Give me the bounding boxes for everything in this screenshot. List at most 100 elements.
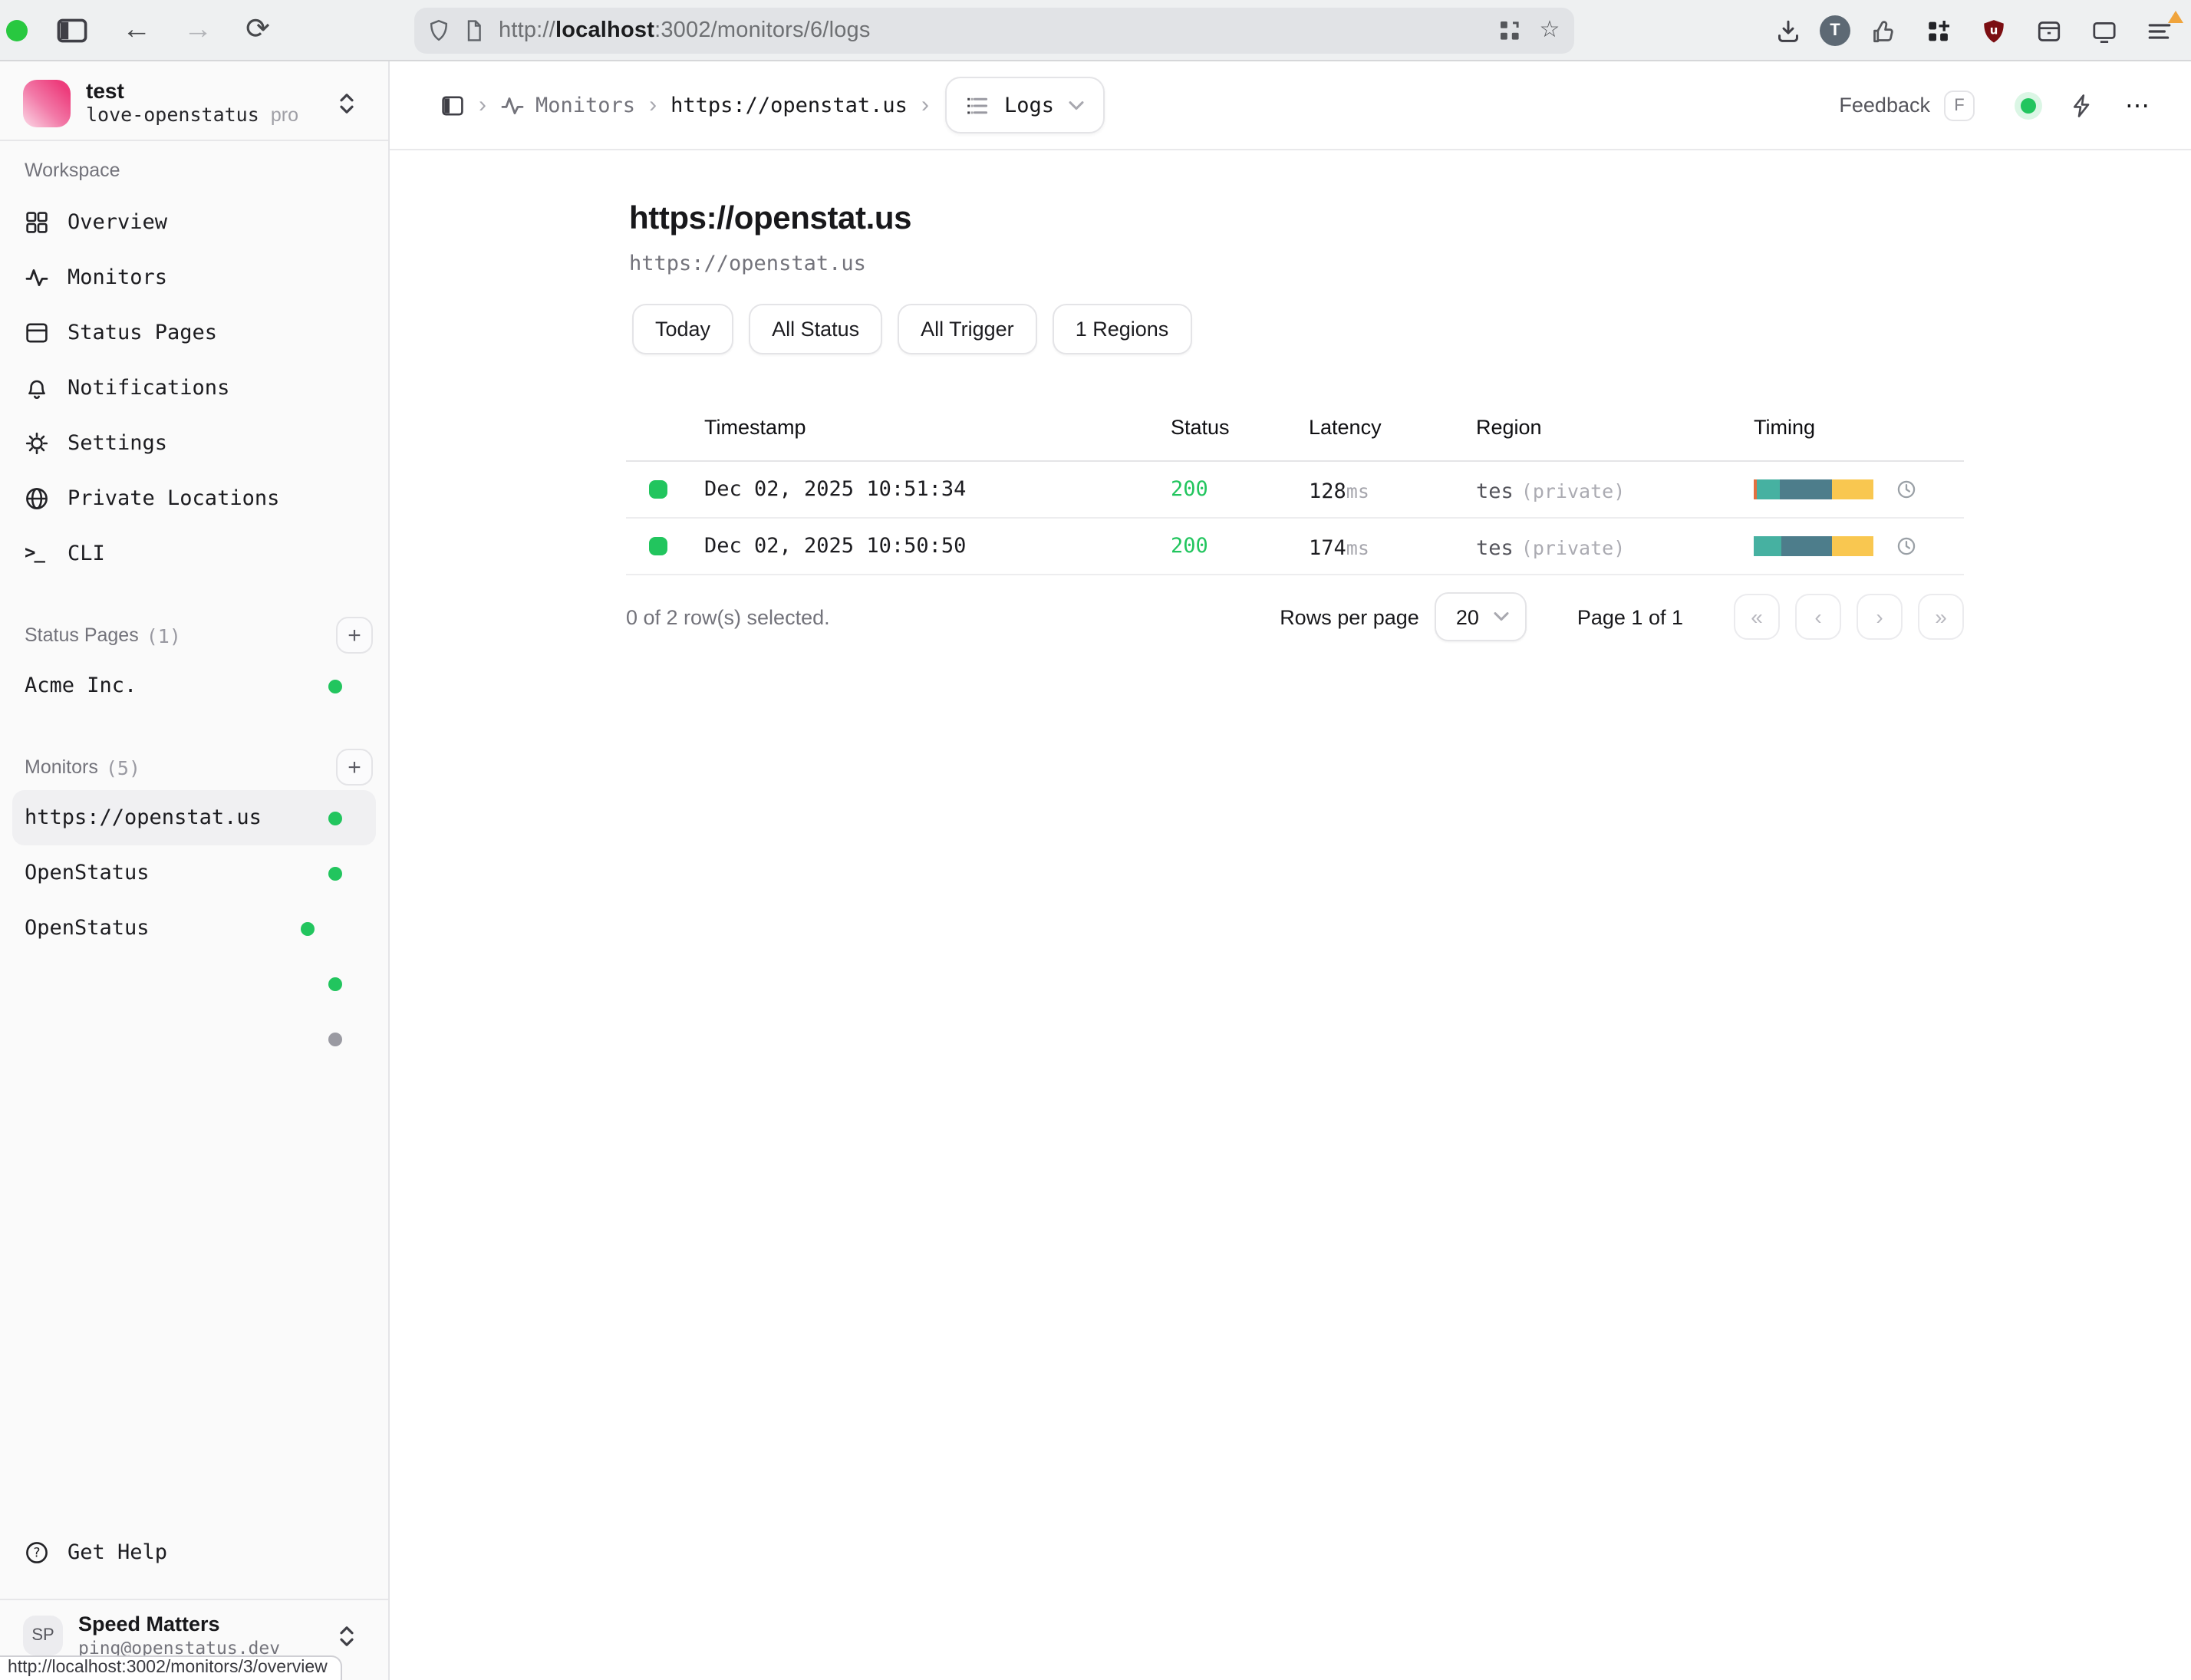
column-timestamp[interactable]: Timestamp	[704, 416, 806, 439]
reload-button[interactable]: ⟳	[235, 7, 281, 53]
ublock-shield-icon[interactable]: u	[1970, 8, 2016, 54]
next-page-button[interactable]: ›	[1857, 594, 1903, 640]
column-latency[interactable]: Latency	[1309, 416, 1382, 439]
monitor-item-openstatus-2[interactable]: OpenStatus	[12, 901, 376, 956]
first-page-button[interactable]: «	[1734, 594, 1780, 640]
page-header: › Monitors › https://openstat.us ›	[390, 61, 2191, 150]
sidebar-item-label: Overview	[68, 210, 167, 235]
workspace-switcher[interactable]: test love-openstatus pro	[12, 72, 376, 140]
sidebar-toggle-window-icon[interactable]	[49, 7, 95, 53]
status-page-item-acme[interactable]: Acme Inc.	[12, 658, 376, 713]
cell-region: tes(private)	[1476, 532, 1625, 561]
column-status[interactable]: Status	[1171, 416, 1230, 439]
bookmark-star-icon[interactable]: ☆	[1537, 18, 1562, 43]
monitor-item-unnamed-1[interactable]	[12, 956, 376, 1011]
status-pages-section-header: Status Pages (1) +	[12, 612, 376, 658]
filter-today-button[interactable]: Today	[632, 304, 733, 354]
sidebar-item-overview[interactable]: Overview	[12, 195, 376, 250]
previous-page-button[interactable]: ‹	[1795, 594, 1841, 640]
cell-timestamp: Dec 02, 2025 10:50:50	[704, 534, 966, 558]
address-bar[interactable]: http://localhost:3002/monitors/6/logs ☆	[414, 8, 1574, 54]
chevrons-up-down-icon	[338, 1624, 356, 1647]
sidebar-collapse-icon[interactable]	[440, 93, 465, 117]
display-icon[interactable]	[2081, 8, 2127, 54]
main-area: › Monitors › https://openstat.us ›	[390, 61, 2191, 1680]
monitor-item-openstat[interactable]: https://openstat.us	[12, 790, 376, 845]
sidebar-item-label: Monitors	[68, 265, 167, 290]
status-dot	[328, 811, 342, 825]
workspace-section-label: Workspace	[12, 160, 376, 181]
zap-icon[interactable]	[2070, 93, 2094, 117]
system-status-indicator[interactable]	[2015, 91, 2042, 119]
monitors-section-header: Monitors (5) +	[12, 744, 376, 790]
traffic-light-green[interactable]	[6, 19, 28, 41]
thumbs-up-extension-icon[interactable]	[1860, 8, 1906, 54]
extensions-puzzle-icon[interactable]	[1915, 8, 1961, 54]
divider	[0, 140, 388, 141]
browser-window: ← → ⟳ http://localhost:3002/monitors/6/l…	[0, 0, 2191, 1680]
shield-permissions-icon[interactable]	[427, 18, 451, 43]
archive-box-icon[interactable]	[2025, 8, 2071, 54]
sidebar-item-label: CLI	[68, 542, 105, 566]
breadcrumb-monitors[interactable]: Monitors	[500, 93, 635, 117]
clock-icon[interactable]	[1896, 479, 1916, 499]
row-status-indicator	[649, 537, 667, 555]
add-monitor-button[interactable]: +	[336, 749, 373, 786]
page-subtitle: https://openstat.us	[629, 252, 2191, 276]
feedback-link[interactable]: Feedback	[1839, 94, 1930, 117]
breadcrumb-monitor-name[interactable]: https://openstat.us	[670, 93, 908, 117]
monitor-label: OpenStatus	[25, 916, 150, 940]
extension-t-icon[interactable]: T	[1820, 15, 1850, 46]
forward-button[interactable]: →	[175, 7, 221, 53]
cell-latency: 174ms	[1309, 532, 1369, 561]
table-row[interactable]: Dec 02, 2025 10:50:50 200 174ms tes(priv…	[626, 519, 1964, 575]
breadcrumb-label: https://openstat.us	[670, 93, 908, 117]
sidebar-item-notifications[interactable]: Notifications	[12, 361, 376, 416]
screenshot-grid-icon[interactable]	[1497, 18, 1522, 43]
list-icon	[966, 93, 990, 117]
svg-text:u: u	[1989, 22, 1998, 36]
filter-status-button[interactable]: All Status	[749, 304, 882, 354]
table-row[interactable]: Dec 02, 2025 10:51:34 200 128ms tes(priv…	[626, 462, 1964, 519]
terminal-icon: >_	[25, 542, 49, 566]
last-page-button[interactable]: »	[1918, 594, 1964, 640]
page-info-icon[interactable]	[462, 18, 486, 43]
monitor-label: https://openstat.us	[25, 805, 262, 830]
browser-toolbar: ← → ⟳ http://localhost:3002/monitors/6/l…	[0, 0, 2191, 61]
table-header-row: Timestamp Status Latency Region Timing	[626, 400, 1964, 462]
gear-icon	[25, 431, 49, 456]
column-timing[interactable]: Timing	[1754, 416, 1815, 439]
sidebar-item-label: Status Pages	[68, 321, 217, 345]
sidebar-item-private-locations[interactable]: Private Locations	[12, 471, 376, 526]
sidebar-item-cli[interactable]: >_ CLI	[12, 526, 376, 581]
sidebar-item-monitors[interactable]: Monitors	[12, 250, 376, 305]
clock-icon[interactable]	[1896, 536, 1916, 556]
filter-trigger-button[interactable]: All Trigger	[898, 304, 1037, 354]
view-selector-logs[interactable]: Logs	[946, 77, 1105, 133]
page-content: https://openstat.us https://openstat.us …	[390, 150, 2191, 641]
link-preview-statusbar: http://localhost:3002/monitors/3/overvie…	[0, 1655, 343, 1680]
add-status-page-button[interactable]: +	[336, 617, 373, 654]
url-text[interactable]: http://localhost:3002/monitors/6/logs	[499, 18, 1497, 43]
cell-status: 200	[1171, 477, 1208, 502]
monitor-item-openstatus-1[interactable]: OpenStatus	[12, 845, 376, 901]
back-button[interactable]: ←	[114, 7, 160, 53]
sidebar-item-status-pages[interactable]: Status Pages	[12, 305, 376, 361]
more-options-button[interactable]: ⋯	[2125, 90, 2151, 120]
cell-region: tes(private)	[1476, 475, 1625, 504]
sidebar-item-settings[interactable]: Settings	[12, 416, 376, 471]
monitor-item-unnamed-2[interactable]	[12, 1011, 376, 1066]
logs-table: Timestamp Status Latency Region Timing D…	[626, 400, 1964, 575]
app-menu-icon[interactable]	[2136, 8, 2182, 54]
rows-per-page-select[interactable]: 20	[1435, 592, 1527, 641]
rows-selected-text: 0 of 2 row(s) selected.	[626, 605, 830, 628]
get-help-button[interactable]: ? Get Help	[12, 1525, 376, 1580]
column-region[interactable]: Region	[1476, 416, 1542, 439]
timing-bar	[1754, 536, 1873, 556]
status-dot	[328, 866, 342, 880]
workspace-avatar	[23, 79, 71, 127]
user-name: Speed Matters	[78, 1612, 338, 1637]
filter-regions-button[interactable]: 1 Regions	[1053, 304, 1192, 354]
downloads-icon[interactable]	[1764, 8, 1810, 54]
section-title: Status Pages	[25, 624, 139, 646]
